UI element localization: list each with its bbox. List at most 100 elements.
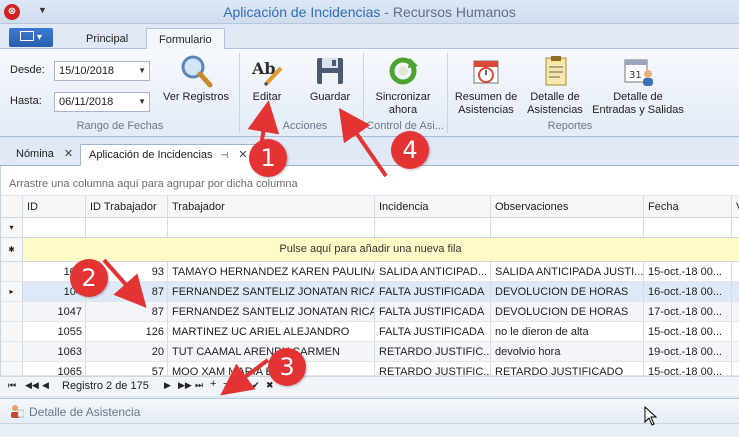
desde-date-field[interactable]: 15/10/2018 ▼ [54, 61, 150, 81]
cell-observaciones[interactable]: DEVOLUCION DE HORAS [491, 282, 644, 301]
column-header-id-trabajador[interactable]: ID Trabajador [86, 196, 168, 217]
column-header-trabajador[interactable]: Trabajador [168, 196, 375, 217]
cell-observaciones[interactable]: DEVOLUCION DE HORAS [491, 302, 644, 321]
guardar-button[interactable]: Guardar [303, 54, 357, 104]
row-indicator[interactable] [1, 322, 23, 341]
mouse-pointer-icon [644, 406, 658, 426]
table-row[interactable]: 1065 57 MOO XAM MARIA EU... RETARDO JUST… [1, 362, 739, 376]
cancel-edit-icon[interactable]: ✖ [266, 380, 274, 391]
detalle-entradas-salidas-button[interactable]: 31 Detalle de Entradas y Salidas [590, 54, 686, 117]
column-header-id[interactable]: ID [23, 196, 86, 217]
cell-incidencia[interactable]: RETARDO JUSTIFIC... [375, 342, 491, 361]
first-record-icon[interactable]: ⏮ [8, 380, 16, 391]
detalle-asistencias-button[interactable]: Detalle de Asistencias [524, 54, 586, 117]
cell-incidencia[interactable]: FALTA JUSTIFICADA [375, 282, 491, 301]
cell-observaciones[interactable]: no le dieron de alta [491, 322, 644, 341]
cell-observaciones[interactable]: devolvio hora [491, 342, 644, 361]
row-indicator[interactable] [1, 342, 23, 361]
cell-fecha[interactable]: 15-oct.-18 00... [644, 322, 732, 341]
resumen-asistencias-button[interactable]: Resumen de Asistencias [452, 54, 520, 117]
prev-page-icon[interactable]: ◀◀ [25, 380, 39, 391]
cell-id-trabajador[interactable]: 126 [86, 322, 168, 341]
cell-id[interactable]: 1047 [23, 302, 86, 321]
editar-button[interactable]: Ab Editar [245, 54, 289, 104]
cell-fecha[interactable]: 16-oct.-18 00... [644, 282, 732, 301]
row-indicator[interactable] [1, 302, 23, 321]
cell-fecha[interactable]: 15-oct.-18 00... [644, 262, 732, 281]
cell-id[interactable]: 1063 [23, 342, 86, 361]
next-page-icon[interactable]: ▶▶ [178, 380, 192, 391]
filter-cell[interactable] [86, 218, 168, 237]
save-record-icon[interactable]: ✔ [252, 380, 260, 391]
cell-incidencia[interactable]: FALTA JUSTIFICADA [375, 302, 491, 321]
filter-cell[interactable] [23, 218, 86, 237]
sincronizar-ahora-button[interactable]: Sincronizar ahora [368, 54, 438, 117]
table-row[interactable]: 104 93 TAMAYO HERNANDEZ KAREN PAULINA SA… [1, 262, 739, 282]
cell-id-trabajador[interactable]: 57 [86, 362, 168, 375]
cell-id-trabajador[interactable]: 20 [86, 342, 168, 361]
cell-trabajador[interactable]: MARTINEZ UC ARIEL ALEJANDRO [168, 322, 375, 341]
row-indicator[interactable] [1, 262, 23, 281]
cell-fecha[interactable]: 17-oct.-18 00... [644, 302, 732, 321]
annotation-badge-4: 4 [391, 131, 429, 169]
chevron-down-icon[interactable]: ▼ [138, 62, 146, 80]
doc-tab-aplicacion-label: Aplicación de Incidencias [89, 149, 213, 161]
filter-cell[interactable] [491, 218, 644, 237]
next-record-icon[interactable]: ▶ [164, 380, 171, 391]
cell-incidencia[interactable]: RETARDO JUSTIFIC... [375, 362, 491, 375]
cell-incidencia[interactable]: FALTA JUSTIFICADA [375, 322, 491, 341]
filter-cell[interactable] [168, 218, 375, 237]
doc-tab-aplicacion-incidencias[interactable]: Aplicación de Incidencias ⊣ ✕ [80, 144, 257, 166]
filter-cell[interactable] [375, 218, 491, 237]
column-header-observaciones[interactable]: Observaciones [491, 196, 644, 217]
column-header-v[interactable]: V [732, 196, 739, 217]
table-row[interactable]: 1063 20 TUT CAAMAL ARENDY CARMEN RETARDO… [1, 342, 739, 362]
pin-icon[interactable]: ⊣ [221, 150, 229, 160]
close-icon[interactable]: ✕ [238, 149, 247, 161]
cell-trabajador[interactable]: TAMAYO HERNANDEZ KAREN PAULINA [168, 262, 375, 281]
ver-registros-button[interactable]: Ver Registros [160, 54, 232, 104]
resumen-label-line2: Asistencias [458, 104, 514, 116]
edit-record-icon[interactable]: ▲ [238, 380, 247, 390]
cell-trabajador[interactable]: FERNANDEZ SANTELIZ JONATAN RICA... [168, 282, 375, 301]
doc-tab-nomina[interactable]: Nómina ✕ [8, 144, 81, 166]
guardar-label: Guardar [309, 91, 351, 103]
new-row-prompt[interactable]: ✱ Pulse aquí para añadir una nueva fila [1, 238, 739, 262]
annotation-badge-1: 1 [249, 139, 287, 177]
cell-trabajador[interactable]: FERNANDEZ SANTELIZ JONATAN RICA... [168, 302, 375, 321]
detalle-label-line2: Asistencias [527, 104, 583, 116]
row-indicator[interactable] [1, 362, 23, 375]
tab-formulario[interactable]: Formulario [146, 28, 225, 50]
cell-id[interactable]: 1065 [23, 362, 86, 375]
row-selected-indicator-icon[interactable]: ▸ [1, 282, 23, 301]
save-floppy-icon [317, 58, 343, 84]
filter-cell[interactable] [644, 218, 732, 237]
table-row[interactable]: 1055 126 MARTINEZ UC ARIEL ALEJANDRO FAL… [1, 322, 739, 342]
calendar-person-icon: 31 [624, 59, 653, 86]
close-icon[interactable]: ✕ [64, 148, 73, 160]
table-row-selected[interactable]: ▸ 104 87 FERNANDEZ SANTELIZ JONATAN RICA… [1, 282, 739, 302]
cell-id[interactable]: 1055 [23, 322, 86, 341]
cell-fecha[interactable]: 19-oct.-18 00... [644, 342, 732, 361]
group-divider [239, 53, 240, 133]
cell-observaciones[interactable]: RETARDO JUSTIFICADO [491, 362, 644, 375]
detalle-asistencia-panel[interactable]: Detalle de Asistencia [0, 398, 739, 424]
cell-observaciones[interactable]: SALIDA ANTICIPADA JUSTI... [491, 262, 644, 281]
incidencias-grid-panel: Arrastre una columna aquí para agrupar p… [0, 166, 739, 396]
cell-incidencia[interactable]: SALIDA ANTICIPAD... [375, 262, 491, 281]
last-record-icon[interactable]: ⏭ [195, 380, 203, 391]
table-row[interactable]: 1047 87 FERNANDEZ SANTELIZ JONATAN RICA.… [1, 302, 739, 322]
tab-principal[interactable]: Principal [74, 28, 140, 50]
prev-record-icon[interactable]: ◀ [42, 380, 49, 391]
column-header-incidencia[interactable]: Incidencia [375, 196, 491, 217]
delete-record-icon[interactable]: − [223, 378, 229, 390]
column-header-fecha[interactable]: Fecha [644, 196, 732, 217]
auto-filter-row[interactable]: ▾ [1, 218, 739, 238]
app-menu-button[interactable]: ▾ [9, 28, 53, 47]
cell-fecha[interactable]: 15-oct.-18 00... [644, 362, 732, 375]
add-record-icon[interactable]: + [210, 378, 216, 390]
chevron-down-icon[interactable]: ▼ [138, 93, 146, 111]
cell-id-trabajador[interactable]: 87 [86, 302, 168, 321]
hasta-date-field[interactable]: 06/11/2018 ▼ [54, 92, 150, 112]
group-by-hint[interactable]: Arrastre una columna aquí para agrupar p… [1, 166, 739, 196]
